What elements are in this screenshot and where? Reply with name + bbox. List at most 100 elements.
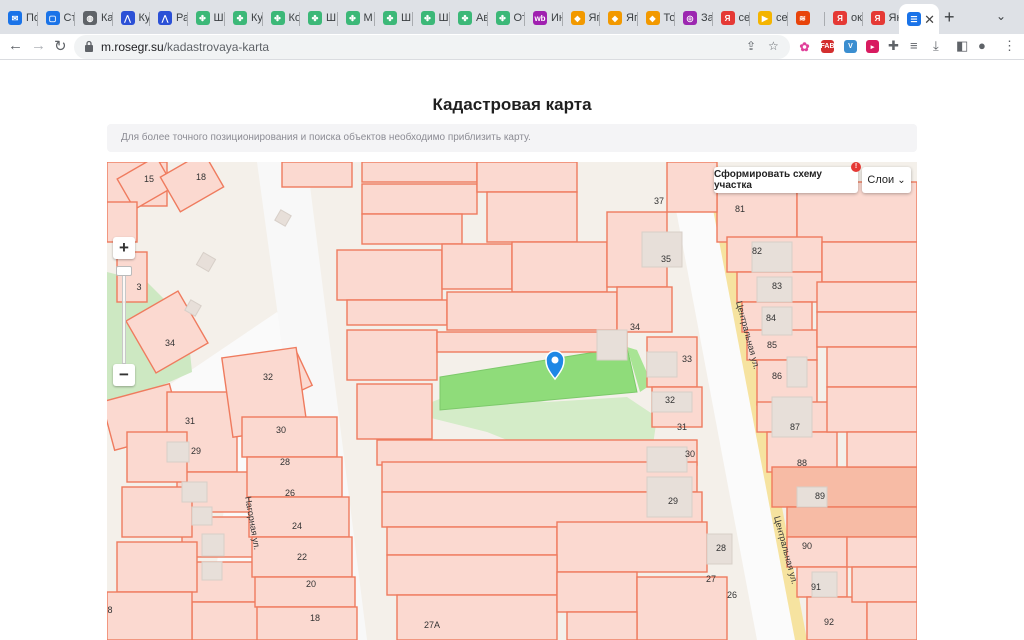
parcel-number: 29 bbox=[668, 496, 678, 506]
tab-8[interactable]: ✤ Ш bbox=[300, 6, 338, 30]
layers-button[interactable]: Слои ⌄ bbox=[862, 167, 911, 193]
tab-separator bbox=[36, 12, 38, 26]
tab-label: ок bbox=[851, 12, 862, 24]
tab-favicon-icon: wb bbox=[533, 11, 547, 25]
browser-toolbar: ← → ↻ m.rosegr.su/kadastrovaya-karta ⇪ ☆… bbox=[0, 34, 1024, 60]
tab-separator bbox=[486, 12, 488, 26]
tab-favicon-icon: ◆ bbox=[570, 11, 585, 25]
chevron-down-icon: ⌄ bbox=[897, 174, 906, 186]
tab-10[interactable]: ✤ Ш bbox=[375, 6, 413, 30]
zoom-in-button[interactable]: + bbox=[113, 237, 135, 259]
bookmark-star-icon[interactable]: ☆ bbox=[768, 39, 779, 53]
tab-separator bbox=[599, 12, 600, 26]
new-tab-icon[interactable]: + bbox=[944, 7, 955, 28]
parcel-number: 86 bbox=[772, 371, 782, 381]
cadastral-map[interactable]: 15 18 37 81 82 35 83 3 34 84 34 85 33 32 86 32 31 87 30 31 2… bbox=[107, 162, 917, 640]
parcel-number: 32 bbox=[263, 372, 273, 382]
tab-separator bbox=[336, 12, 338, 26]
tab-favicon-icon: ✤ bbox=[345, 11, 360, 25]
zoom-slider-handle[interactable] bbox=[116, 266, 132, 276]
tab-separator bbox=[74, 12, 75, 26]
tab-6[interactable]: ✤ Ку bbox=[225, 6, 263, 30]
parcel-number: 30 bbox=[685, 449, 695, 459]
tab-11[interactable]: ✤ Ш bbox=[413, 6, 451, 30]
tab-separator bbox=[449, 12, 450, 26]
tab-9[interactable]: ✤ М bbox=[338, 6, 376, 30]
tab-22[interactable]: Яок bbox=[825, 6, 863, 30]
share-icon[interactable]: ⇪ bbox=[746, 39, 756, 53]
tab-favicon-icon: Я bbox=[720, 11, 735, 25]
tab-separator bbox=[786, 12, 788, 26]
tab-15[interactable]: ◆ Яг bbox=[563, 6, 600, 30]
tab-20[interactable]: ▶ се bbox=[750, 6, 788, 30]
download-icon[interactable]: ⤓ bbox=[933, 38, 939, 54]
tab-favicon-icon: ▢ bbox=[45, 11, 60, 25]
tab-favicon-icon: ◎ bbox=[683, 11, 697, 25]
tab-separator bbox=[561, 12, 563, 26]
side-panel-icon[interactable]: ◧ bbox=[956, 38, 968, 54]
tab-5[interactable]: ✤ Ш bbox=[188, 6, 226, 30]
lock-icon bbox=[85, 40, 93, 52]
generate-scheme-button[interactable]: Сформировать схему участка bbox=[714, 167, 858, 193]
tab-separator bbox=[674, 12, 675, 26]
extension-record-icon[interactable]: ▸ bbox=[866, 40, 879, 53]
tab-3[interactable]: ⋀ Ку bbox=[113, 6, 150, 30]
tab-favicon-icon: ✤ bbox=[308, 11, 322, 25]
close-tab-icon[interactable]: ✕ bbox=[924, 12, 935, 28]
tab-4[interactable]: ⋀ Ра bbox=[150, 6, 188, 30]
tab-separator bbox=[411, 12, 413, 26]
tab-2[interactable]: ◍ Ка bbox=[75, 6, 113, 30]
tab-separator bbox=[824, 12, 825, 26]
tab-favicon-icon: ◍ bbox=[83, 11, 97, 25]
tab-separator bbox=[261, 12, 263, 26]
tab-favicon-icon: ⋀ bbox=[158, 11, 172, 25]
tab-16[interactable]: ◆ Яг bbox=[600, 6, 638, 30]
profile-avatar-icon[interactable]: ● bbox=[978, 38, 986, 53]
parcel-number: 26 bbox=[727, 590, 737, 600]
tab-separator bbox=[749, 12, 750, 26]
tab-13[interactable]: ✤От bbox=[488, 6, 525, 30]
browser-menu-icon[interactable]: ⋮ bbox=[1003, 38, 1016, 54]
tab-21[interactable]: ≋ bbox=[788, 6, 826, 30]
tab-1[interactable]: ▢Ст bbox=[38, 6, 75, 30]
tab-14[interactable]: wbИн bbox=[525, 6, 563, 30]
parcel-number: 83 bbox=[772, 281, 782, 291]
tab-search-icon[interactable]: ⌄ bbox=[996, 9, 1006, 23]
zoom-slider[interactable] bbox=[122, 270, 126, 364]
tab-23[interactable]: ЯЯн bbox=[863, 6, 900, 30]
tab-0[interactable]: ✉По bbox=[0, 6, 38, 30]
parcel-number: 37 bbox=[654, 196, 664, 206]
zoom-notice: Для более точного позиционирования и пои… bbox=[107, 124, 917, 152]
parcel-number: 87 bbox=[790, 422, 800, 432]
layers-button-label: Слои bbox=[867, 174, 895, 186]
back-icon[interactable]: ← bbox=[8, 37, 23, 54]
zoom-out-button[interactable]: − bbox=[113, 364, 135, 386]
parcel-number: 88 bbox=[797, 458, 807, 468]
page-icon: ☰ bbox=[907, 12, 921, 26]
forward-icon[interactable]: → bbox=[31, 37, 46, 54]
tab-separator bbox=[224, 12, 225, 26]
media-control-icon[interactable]: ≡ bbox=[910, 38, 918, 53]
tab-favicon-icon: ✤ bbox=[383, 11, 397, 25]
parcel-number: 28 bbox=[280, 457, 290, 467]
tab-12[interactable]: ✤ Ав bbox=[450, 6, 488, 30]
tab-19[interactable]: Ясе bbox=[713, 6, 750, 30]
map-canvas[interactable]: 15 18 37 81 82 35 83 3 34 84 34 85 33 32 86 32 31 87 30 31 2… bbox=[107, 162, 917, 640]
reload-icon[interactable]: ↻ bbox=[54, 37, 67, 55]
parcel-number: 28 bbox=[716, 543, 726, 553]
extension-flower-icon[interactable]: ✿ bbox=[798, 40, 811, 54]
extensions-puzzle-icon[interactable]: ✚ bbox=[888, 38, 899, 54]
parcel-number: 81 bbox=[735, 204, 745, 214]
address-bar[interactable]: m.rosegr.su/kadastrovaya-karta ⇪ ☆ bbox=[74, 35, 790, 59]
parcel-number: 82 bbox=[752, 246, 762, 256]
tab-7[interactable]: ✤ Ко bbox=[263, 6, 300, 30]
parcel-number: 3 bbox=[136, 282, 141, 292]
tab-18[interactable]: ◎ За bbox=[675, 6, 713, 30]
extension-fab-icon[interactable]: FAB bbox=[821, 40, 835, 53]
parcel-number: 85 bbox=[767, 340, 777, 350]
notification-badge: ! bbox=[851, 162, 861, 172]
tab-17[interactable]: ◆ То bbox=[638, 6, 675, 30]
extension-v-icon[interactable]: V bbox=[844, 40, 857, 53]
parcel-number: 18 bbox=[196, 172, 206, 182]
tab-active[interactable]: ☰ ✕ bbox=[899, 4, 939, 34]
